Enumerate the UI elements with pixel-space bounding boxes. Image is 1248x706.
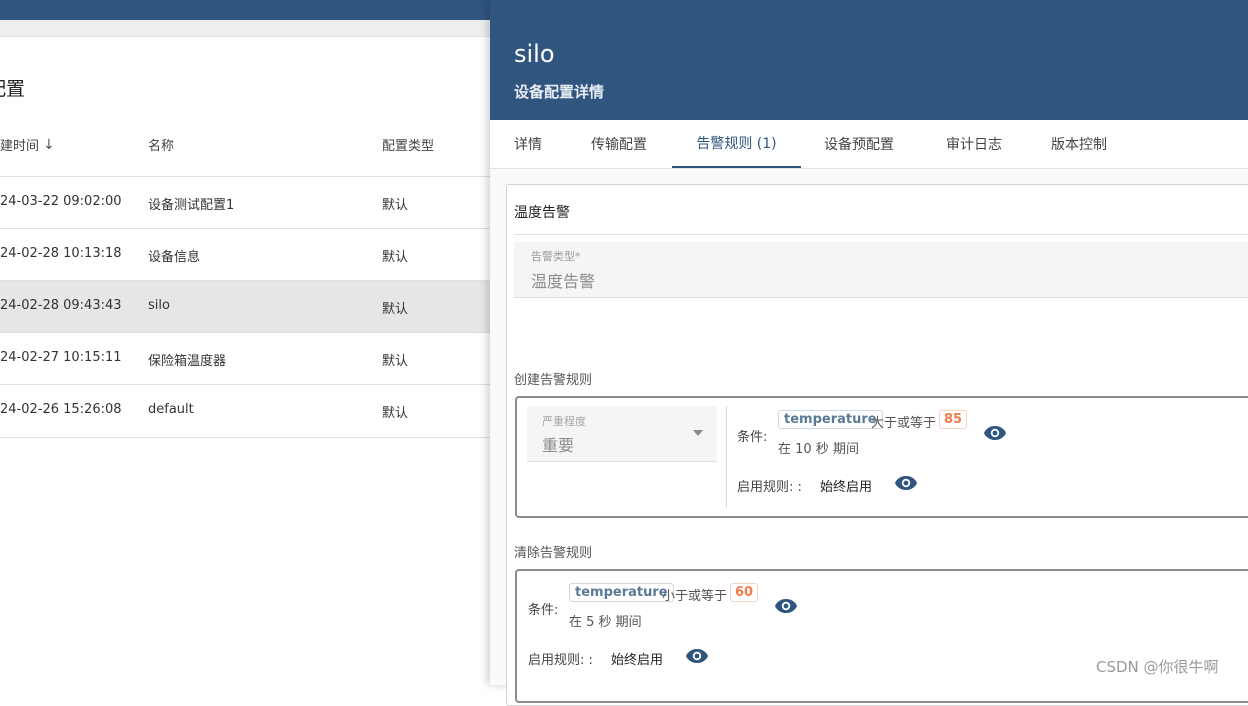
- severity-value: 重要: [542, 436, 575, 455]
- condition-label: 条件:: [528, 603, 559, 618]
- clear-rule-label: 清除告警规则: [514, 546, 593, 561]
- vertical-divider: [726, 406, 727, 508]
- column-header-created[interactable]: 建时间 ↓: [0, 135, 55, 155]
- drawer-subtitle: 设备配置详情: [514, 83, 605, 101]
- tab-audit-logs[interactable]: 审计日志: [936, 120, 1012, 167]
- table-row[interactable]: 24-02-28 10:13:18 设备信息 默认: [0, 228, 490, 281]
- cell-created: 24-02-27 10:15:11: [0, 350, 122, 365]
- schedule-value: 始终启用: [611, 653, 664, 668]
- table-row[interactable]: 24-02-26 15:26:08 default 默认: [0, 384, 490, 438]
- cell-type: 默认: [382, 354, 409, 369]
- clear-rule-box: 条件: temperature 小于或等于 60 在 5 秒 期间 启用规则: …: [515, 569, 1248, 703]
- condition-operator: 大于或等于: [871, 416, 937, 431]
- tab-details[interactable]: 详情: [500, 120, 556, 167]
- tab-provisioning[interactable]: 设备预配置: [814, 120, 904, 167]
- condition-label: 条件:: [737, 430, 768, 445]
- column-header-type[interactable]: 配置类型: [382, 135, 434, 154]
- alarm-type-value: 温度告警: [531, 272, 596, 291]
- column-header-created-label: 建时间: [0, 139, 40, 154]
- schedule-label: 启用规则: :: [528, 653, 593, 668]
- severity-label: 严重程度: [542, 415, 586, 428]
- condition-key-chip: temperature: [569, 583, 674, 602]
- create-rules-label: 创建告警规则: [514, 373, 593, 388]
- table-row-selected[interactable]: 24-02-28 09:43:43 silo 默认: [0, 280, 490, 333]
- tab-version-control[interactable]: 版本控制: [1040, 120, 1118, 167]
- create-rule-box: 严重程度 重要 条件: temperature 大于或等于 85 在 10 秒 …: [515, 396, 1248, 518]
- condition-operator: 小于或等于: [662, 589, 728, 604]
- watermark-text: CSDN @你很牛啊: [1096, 658, 1219, 676]
- cell-created: 24-02-26 15:26:08: [0, 402, 122, 417]
- cell-type: 默认: [382, 250, 409, 265]
- cell-name: silo: [148, 298, 170, 313]
- cell-created: 24-03-22 09:02:00: [0, 194, 122, 209]
- condition-value-chip: 85: [939, 410, 968, 429]
- tab-transport[interactable]: 传输配置: [578, 120, 660, 167]
- cell-name: 设备信息: [148, 250, 201, 265]
- device-profile-list-panel: 配置 建时间 ↓ 名称 配置类型 24-03-22 09:02:00 设备测试配…: [0, 20, 490, 685]
- table-row[interactable]: 24-02-27 10:15:11 保险箱温度器 默认: [0, 332, 490, 385]
- condition-value-chip: 60: [730, 583, 759, 602]
- drawer-title: silo: [514, 40, 555, 68]
- table-row[interactable]: 24-03-22 09:02:00 设备测试配置1 默认: [0, 176, 490, 229]
- list-title: 配置: [0, 78, 26, 100]
- cell-type: 默认: [382, 406, 409, 421]
- cell-type: 默认: [382, 302, 409, 317]
- view-schedule-eye-icon[interactable]: [894, 475, 918, 491]
- alarm-type-label: 告警类型*: [531, 250, 581, 263]
- column-header-name[interactable]: 名称: [148, 135, 174, 154]
- view-condition-eye-icon[interactable]: [983, 425, 1007, 441]
- alarm-name-heading[interactable]: 温度告警: [514, 202, 570, 222]
- view-schedule-eye-icon[interactable]: [685, 648, 709, 664]
- cell-created: 24-02-28 10:13:18: [0, 246, 122, 261]
- device-profile-table: 配置 建时间 ↓ 名称 配置类型 24-03-22 09:02:00 设备测试配…: [0, 37, 490, 685]
- device-profile-details-drawer: silo 设备配置详情 详情 传输配置 告警规则 (1) 设备预配置 审计日志 …: [490, 0, 1248, 706]
- condition-duration: 在 10 秒 期间: [778, 442, 859, 457]
- cell-created: 24-02-28 09:43:43: [0, 298, 122, 313]
- condition-key-chip: temperature: [778, 410, 883, 429]
- schedule-label: 启用规则: :: [737, 480, 802, 495]
- details-tabs: 详情 传输配置 告警规则 (1) 设备预配置 审计日志 版本控制: [490, 120, 1248, 169]
- condition-duration: 在 5 秒 期间: [569, 615, 642, 630]
- schedule-value: 始终启用: [820, 480, 873, 495]
- alarm-type-field[interactable]: 告警类型* 温度告警: [514, 242, 1248, 298]
- cell-name: 保险箱温度器: [148, 354, 227, 369]
- dropdown-caret-icon: [693, 430, 703, 436]
- view-condition-eye-icon[interactable]: [774, 598, 798, 614]
- sort-down-arrow-icon: ↓: [43, 136, 55, 153]
- cell-name: default: [148, 402, 194, 417]
- severity-select[interactable]: 严重程度 重要: [527, 406, 717, 462]
- cell-name: 设备测试配置1: [148, 198, 235, 213]
- divider: [514, 234, 1248, 235]
- cell-type: 默认: [382, 198, 409, 213]
- drawer-header: silo 设备配置详情: [490, 0, 1248, 120]
- list-toolbar-strip: [0, 20, 490, 37]
- tab-alarm-rules[interactable]: 告警规则 (1): [672, 120, 801, 168]
